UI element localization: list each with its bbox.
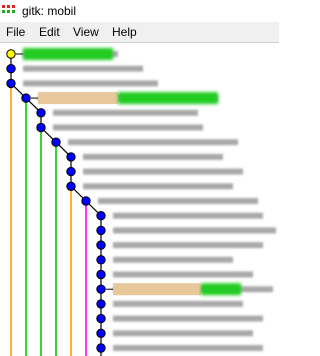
commit-summary-blur: [113, 271, 253, 278]
gitk-window: gitk: mobil File Edit View Help: [0, 0, 279, 356]
commit-summary-blur: [53, 109, 198, 116]
tag-label-box: [113, 283, 201, 296]
branch-label-box: [118, 92, 218, 105]
commit-node: [96, 240, 106, 250]
commit-summary-blur: [113, 256, 233, 263]
commit-summary-blur: [113, 242, 263, 249]
commit-graph: [6, 48, 276, 356]
commit-node: [6, 64, 16, 74]
commit-node: [96, 343, 106, 353]
commit-node: [96, 313, 106, 324]
commit-graph-pane[interactable]: [0, 43, 279, 356]
commit-node: [96, 255, 106, 265]
commit-summary-blur: [23, 80, 158, 87]
commit-node: [96, 328, 106, 338]
commit-node: [96, 269, 106, 280]
commit-summary-blur: [98, 198, 258, 204]
commit-node: [96, 299, 106, 309]
commit-summary-blur: [83, 183, 233, 190]
commit-summary-blur: [113, 212, 263, 219]
commit-node: [21, 93, 31, 103]
commit-summary-blur: [113, 227, 276, 234]
commit-node: [66, 166, 76, 177]
menu-edit[interactable]: Edit: [39, 24, 60, 40]
commit-node: [6, 49, 16, 59]
menu-view[interactable]: View: [73, 24, 99, 40]
commit-node: [96, 284, 106, 294]
tag-label-box: [38, 92, 118, 105]
commit-summary-blur: [53, 124, 203, 131]
commit-node: [36, 122, 46, 133]
commit-node: [96, 211, 106, 221]
commit-summary-blur: [113, 315, 263, 322]
commit-node: [96, 225, 106, 236]
menu-file[interactable]: File: [6, 24, 25, 40]
commit-node: [6, 78, 16, 89]
commit-node: [51, 137, 61, 147]
commit-node: [81, 196, 91, 206]
commit-summary-blur: [113, 300, 243, 307]
commit-node: [36, 108, 46, 118]
commit-summary-blur: [83, 168, 243, 175]
commit-summary-blur: [83, 153, 223, 160]
commit-summary-blur: [113, 330, 253, 337]
commit-summary-blur: [23, 65, 143, 72]
commit-node: [66, 181, 76, 192]
commit-summary-blur: [113, 345, 263, 351]
menu-help[interactable]: Help: [112, 24, 137, 40]
window-title: gitk: mobil: [22, 4, 77, 18]
commit-summary-blur: [68, 139, 238, 146]
gitk-app-icon: [2, 5, 15, 13]
commit-rows: [16, 48, 276, 351]
branch-label-box: [23, 48, 113, 60]
branch-label-box: [201, 283, 241, 296]
commit-node: [66, 152, 76, 162]
menu-bar: File Edit View Help: [0, 22, 279, 43]
title-bar: gitk: mobil: [0, 0, 279, 22]
